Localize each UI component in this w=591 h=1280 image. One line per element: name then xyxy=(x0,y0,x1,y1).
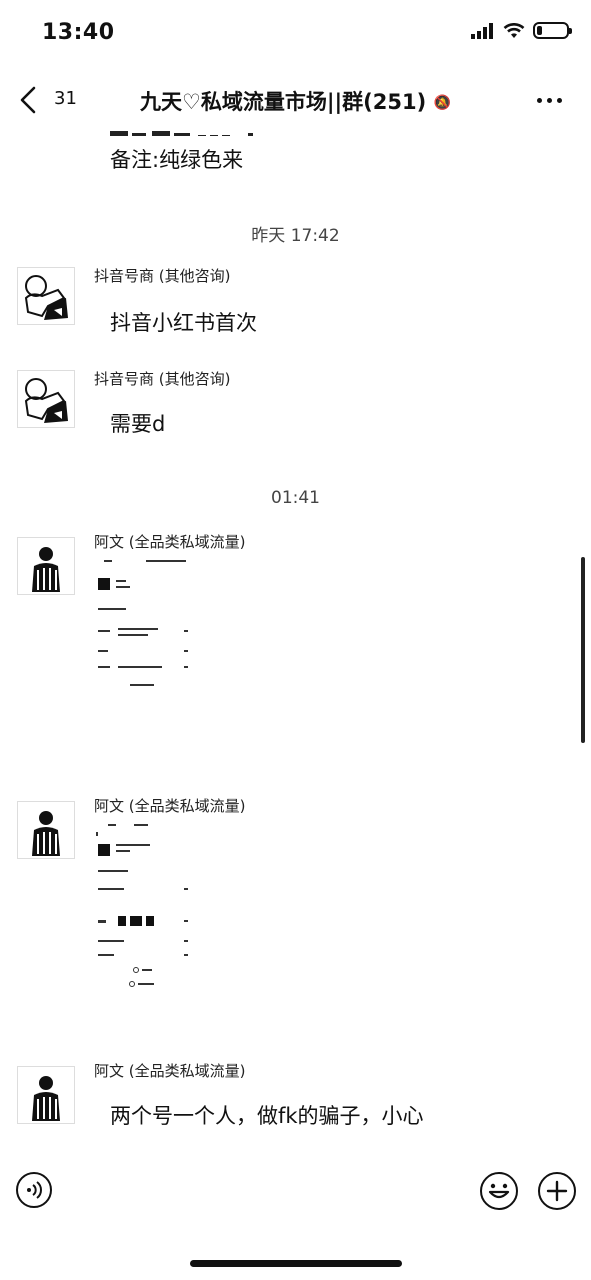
partial-message-cut xyxy=(110,122,260,136)
smiley-icon xyxy=(488,1183,510,1199)
sketch-avatar-icon xyxy=(24,275,68,320)
voice-wave-icon xyxy=(27,1181,42,1199)
message-text: 备注:纯绿色来 xyxy=(110,148,244,172)
message-text[interactable]: 两个号一个人，做fk的骗子，小心 xyxy=(110,1100,424,1130)
voice-input-button[interactable] xyxy=(16,1172,52,1208)
mute-bell-icon: 🔕 xyxy=(433,95,451,111)
chat-title: 九天♡私域流量市场||群(251) 🔕 xyxy=(0,86,591,116)
sketch-avatar-icon xyxy=(24,378,68,423)
more-dot-icon xyxy=(556,97,562,103)
status-icons xyxy=(471,22,572,39)
chat-title-text: 九天♡私域流量市场||群(251) xyxy=(140,90,427,114)
sender-name: 抖音号商 (其他咨询) xyxy=(94,267,231,285)
image-message[interactable] xyxy=(94,822,192,992)
person-avatar-icon xyxy=(32,547,60,592)
screenshot-thumbnail-icon xyxy=(98,560,188,686)
home-indicator xyxy=(190,1260,402,1267)
sender-name: 阿文 (全品类私域流量) xyxy=(94,1062,246,1080)
plus-icon xyxy=(546,1180,568,1202)
scrollbar[interactable] xyxy=(581,557,585,743)
more-button[interactable] xyxy=(531,84,567,116)
avatar[interactable] xyxy=(17,370,75,428)
more-actions-button[interactable] xyxy=(538,1172,576,1210)
person-avatar-icon xyxy=(32,1076,60,1121)
message-text[interactable]: 需要d xyxy=(110,408,165,438)
wifi-icon xyxy=(503,22,525,38)
sender-name: 阿文 (全品类私域流量) xyxy=(94,533,246,551)
message-text[interactable]: 抖音小红书首次 xyxy=(110,307,257,337)
more-dot-icon xyxy=(536,97,542,103)
sender-name: 抖音号商 (其他咨询) xyxy=(94,370,231,388)
person-avatar-icon xyxy=(32,811,60,856)
timestamp: 01:41 xyxy=(271,488,320,508)
sender-name: 阿文 (全品类私域流量) xyxy=(94,797,246,815)
image-message[interactable] xyxy=(94,558,192,698)
emoji-button[interactable] xyxy=(480,1172,518,1210)
status-time: 13:40 xyxy=(42,20,115,45)
cut-off-text-graphic xyxy=(110,131,253,136)
avatar[interactable] xyxy=(17,267,75,325)
battery-icon xyxy=(533,22,572,39)
screenshot-thumbnail-icon xyxy=(96,824,188,987)
cellular-signal-icon xyxy=(471,22,493,39)
more-dot-icon xyxy=(546,97,552,103)
avatar[interactable] xyxy=(17,1066,75,1124)
avatar[interactable] xyxy=(17,801,75,859)
avatar[interactable] xyxy=(17,537,75,595)
timestamp: 昨天 17:42 xyxy=(251,226,340,246)
